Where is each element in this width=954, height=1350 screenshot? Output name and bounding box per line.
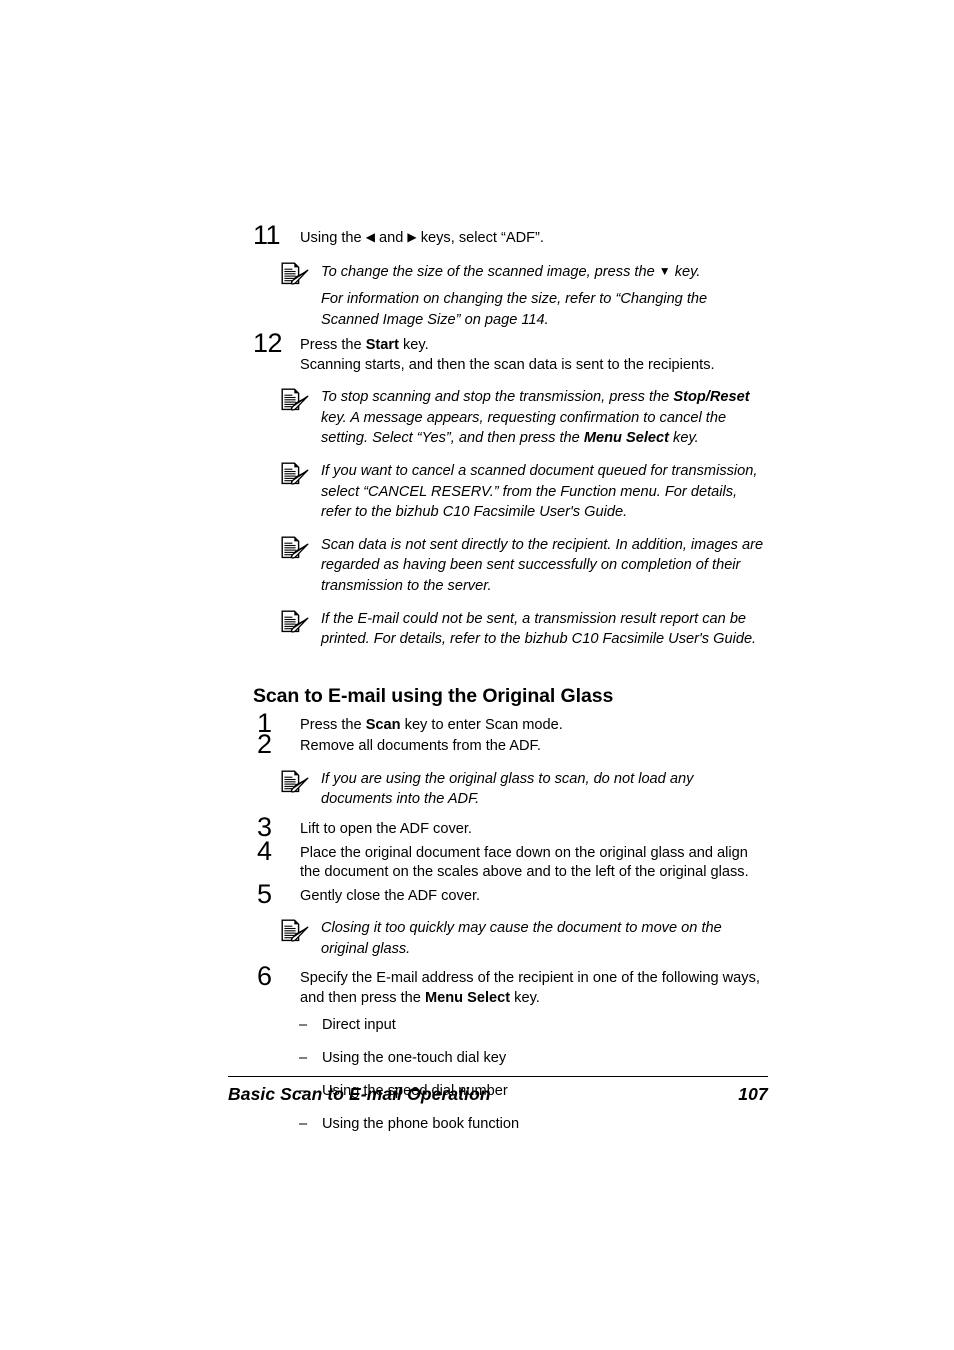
list-item-label: Using the one-touch dial key [322,1050,507,1067]
note-pen-icon [281,262,309,285]
step-2-text: Remove all documents from the ADF. [300,738,541,755]
step-11-number: 11 [253,220,281,250]
step-4-number: 4 [257,835,272,866]
step-6: 6 Specify the E-mail address of the reci… [253,962,768,1008]
note-6-text: If you are using the original glass to s… [321,770,694,808]
step-4-text: Place the original document face down on… [300,844,749,881]
note-block-2: To stop scanning and stop the transmissi… [253,387,768,449]
step-6-text: Specify the E-mail address of the recipi… [300,970,760,1006]
note-1-text: To change the size of the scanned image,… [321,264,768,331]
footer-page-number: 107 [738,1084,768,1104]
note-1-p1-after: key. [670,263,701,280]
note-pen-icon [281,388,309,411]
note-block-1: To change the size of the scanned image,… [253,261,768,331]
step-6-text-after: key. [510,989,540,1006]
note-2-seg-a: To stop scanning and stop the transmissi… [321,389,674,406]
note-3-text: If you want to cancel a scanned document… [321,463,758,521]
note-block-6: If you are using the original glass to s… [253,769,768,810]
step-3: 3 Lift to open the ADF cover. [253,813,768,841]
step-5-text: Gently close the ADF cover. [300,887,481,904]
step-11-text-before: Using the [300,230,366,246]
step-11-text-mid: and [374,230,408,246]
step-1-text: Press the Scan key to enter Scan mode. [300,717,563,733]
step-1: 1 Press the Scan key to enter Scan mode. [253,709,768,737]
list-item: – Using the phone book function [253,1115,768,1134]
step-6-number: 6 [257,961,272,992]
note-1-p1-before: To change the size of the scanned image,… [321,263,659,280]
list-item-label: Direct input [322,1017,396,1034]
step-11-text: Using the ◀ and ▶ keys, select “ADF”. [300,230,544,246]
dash-bullet: – [299,1050,308,1067]
step-11-text-after: keys, select “ADF”. [416,230,544,246]
note-pen-icon [281,536,309,559]
step-6-key-name: Menu Select [424,989,511,1006]
note-block-5: If the E-mail could not be sent, a trans… [253,609,768,650]
note-pen-icon [281,610,309,633]
note-2-seg-c: key. [669,430,699,447]
document-page: 11 Using the ◀ and ▶ keys, select “ADF”. [0,0,954,1350]
down-arrow-icon: ▼ [658,263,671,278]
step-1-text-after: key to enter Scan mode. [400,716,563,733]
note-1-p2: For information on changing the size, re… [321,291,708,328]
step-11: 11 Using the ◀ and ▶ keys, select “ADF”. [253,221,768,249]
dash-bullet: – [299,1116,308,1133]
note-2-text: To stop scanning and stop the transmissi… [321,389,750,446]
page-footer: Basic Scan to E-mail Operation 107 [228,1076,768,1105]
note-block-7: Closing it too quickly may cause the doc… [253,918,768,959]
list-item: – Direct input [253,1016,768,1035]
step-12-second-line: Scanning starts, and then the scan data … [300,356,715,373]
step-5: 5 Gently close the ADF cover. [253,880,768,908]
footer-row: Basic Scan to E-mail Operation 107 [228,1084,768,1105]
step-12: 12 Press the Start key. Scanning starts, … [253,329,768,375]
step-5-number: 5 [257,878,272,909]
step-12-text-after: key. [398,337,429,354]
note-4-text: Scan data is not sent directly to the re… [321,536,764,595]
step-12-number: 12 [253,328,283,359]
left-arrow-icon: ◀ [365,230,375,244]
note-2-key-stop-reset: Stop/Reset [673,389,750,406]
step-12-text: Press the Start key. Scanning starts, and… [300,337,768,375]
page-content: 11 Using the ◀ and ▶ keys, select “ADF”. [253,221,768,1148]
step-3-text: Lift to open the ADF cover. [300,821,472,837]
footer-title: Basic Scan to E-mail Operation [228,1084,491,1104]
note-2-key-menu-select: Menu Select [583,430,669,447]
list-item: – Using the one-touch dial key [253,1049,768,1068]
step-1-key-name: Scan [365,716,401,733]
step-2-number: 2 [257,729,272,760]
step-1-text-before: Press the [300,716,366,733]
note-pen-icon [281,770,309,793]
note-pen-icon [281,919,309,942]
dash-bullet: – [299,1017,308,1034]
section-heading: Scan to E-mail using the Original Glass [253,684,614,707]
right-arrow-icon: ▶ [407,230,417,244]
note-7-text: Closing it too quickly may cause the doc… [321,920,722,957]
note-block-4: Scan data is not sent directly to the re… [253,535,768,597]
note-5-text: If the E-mail could not be sent, a trans… [321,610,757,648]
footer-divider [228,1076,768,1077]
step-12-text-before: Press the [300,337,366,354]
list-item-label: Using the phone book function [322,1116,520,1133]
step-2: 2 Remove all documents from the ADF. [253,730,768,758]
step-4: 4 Place the original document face down … [253,837,768,883]
note-block-3: If you want to cancel a scanned document… [253,461,768,523]
step-12-key-name: Start [365,337,399,354]
note-pen-icon [281,462,309,485]
